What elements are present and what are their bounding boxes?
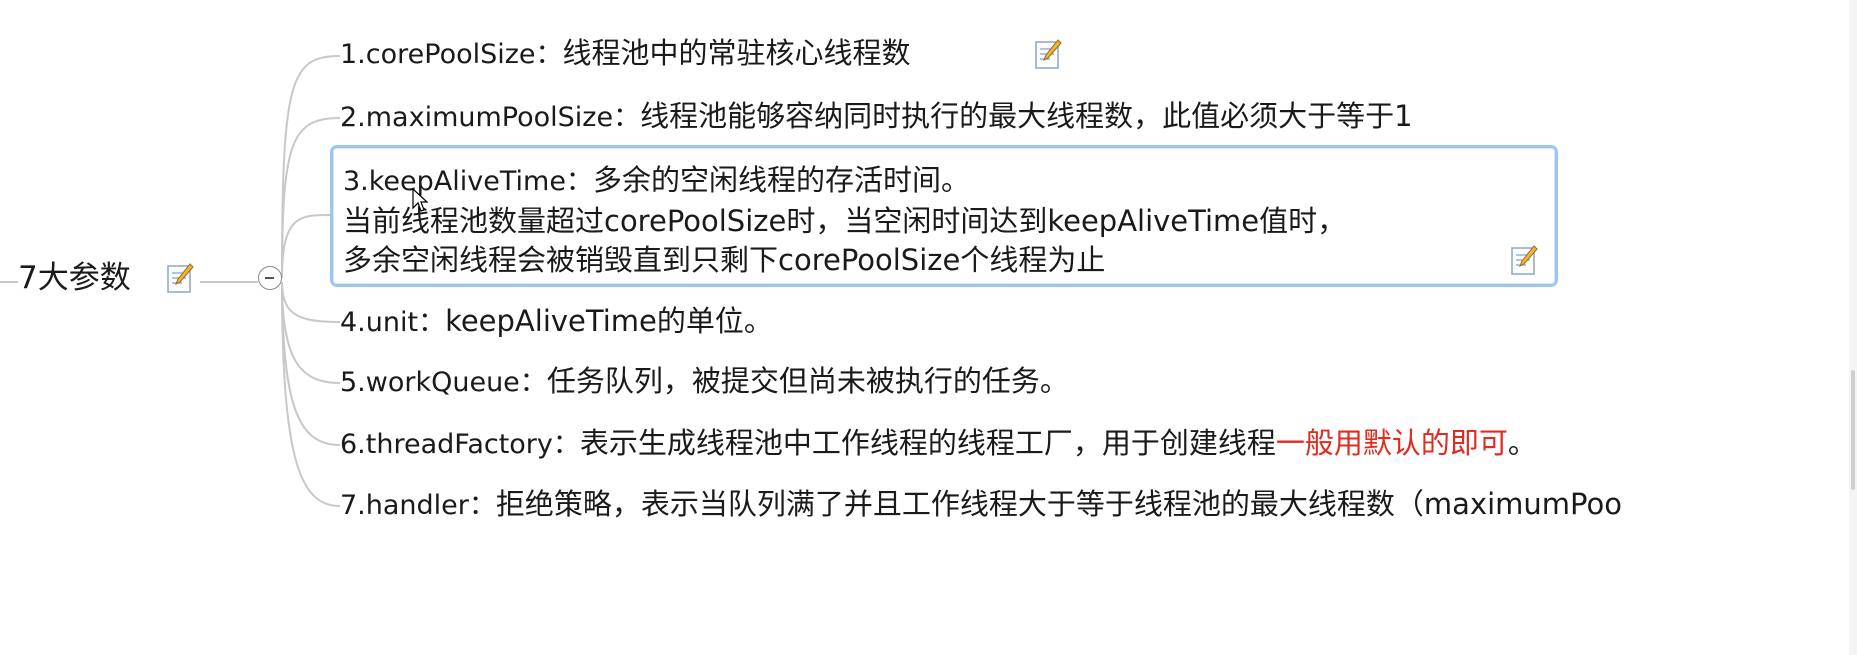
- mindmap-canvas: 7大参数 1.corePoolSize：线程池中的常驻核心线程数 2.maxim…: [0, 0, 1857, 655]
- collapse-toggle-button[interactable]: [258, 266, 282, 290]
- topic-tail-text: 。: [1507, 426, 1537, 460]
- topic-thread-factory[interactable]: 6.threadFactory：表示生成线程池中工作线程的线程工厂，用于创建线程…: [340, 420, 1537, 462]
- topic-highlight-text: 一般用默认的即可: [1275, 426, 1508, 460]
- topic-key: 1.corePoolSize：: [340, 39, 563, 70]
- topic-keep-alive-time-selected[interactable]: 3.keepAliveTime：多余的空闲线程的存活时间。 当前线程池数量超过c…: [330, 145, 1558, 287]
- note-pencil-icon[interactable]: [1034, 38, 1062, 70]
- topic-handler[interactable]: 7.handler：拒绝策略，表示当队列满了并且工作线程大于等于线程池的最大线程…: [340, 481, 1622, 523]
- topic-key: 3.keepAliveTime：: [343, 166, 593, 197]
- topic-key: 6.threadFactory：: [340, 429, 580, 460]
- topic-work-queue[interactable]: 5.workQueue：任务队列，被提交但尚未被执行的任务。: [340, 358, 1069, 400]
- topic-text: 拒绝策略，表示当队列满了并且工作线程大于等于线程池的最大线程数（maximumP…: [495, 487, 1622, 521]
- topic-key: 4.unit：: [340, 307, 446, 338]
- note-pencil-icon[interactable]: [166, 262, 194, 294]
- topic-key: 7.handler：: [340, 490, 496, 521]
- topic-key: 5.workQueue：: [340, 367, 547, 398]
- topic-line-2: 当前线程池数量超过corePoolSize时，当空闲时间达到keepAliveT…: [343, 204, 1347, 238]
- root-topic[interactable]: 7大参数: [18, 254, 131, 302]
- topic-text: 任务队列，被提交但尚未被执行的任务。: [546, 364, 1069, 398]
- mouse-cursor-icon: [412, 188, 428, 212]
- topic-core-pool-size[interactable]: 1.corePoolSize：线程池中的常驻核心线程数: [340, 30, 911, 72]
- topic-maximum-pool-size[interactable]: 2.maximumPoolSize：线程池能够容纳同时执行的最大线程数，此值必须…: [340, 93, 1413, 135]
- topic-text: 表示生成线程池中工作线程的线程工厂，用于创建线程: [579, 426, 1276, 460]
- topic-text: 多余的空闲线程的存活时间。: [592, 163, 970, 197]
- topic-line-1: 3.keepAliveTime：多余的空闲线程的存活时间。: [343, 157, 970, 199]
- topic-key: 2.maximumPoolSize：: [340, 102, 641, 133]
- scrollbar-thumb[interactable]: [1851, 370, 1855, 490]
- note-pencil-icon[interactable]: [1510, 244, 1538, 276]
- topic-line-3: 多余空闲线程会被销毁直到只剩下corePoolSize个线程为止: [343, 243, 1106, 277]
- topic-text: keepAliveTime的单位。: [445, 304, 773, 338]
- vertical-scrollbar[interactable]: [1849, 0, 1857, 655]
- topic-text: 线程池能够容纳同时执行的最大线程数，此值必须大于等于1: [640, 99, 1413, 133]
- root-topic-label: 7大参数: [18, 260, 131, 296]
- topic-unit[interactable]: 4.unit：keepAliveTime的单位。: [340, 298, 773, 340]
- topic-text: 线程池中的常驻核心线程数: [562, 36, 911, 70]
